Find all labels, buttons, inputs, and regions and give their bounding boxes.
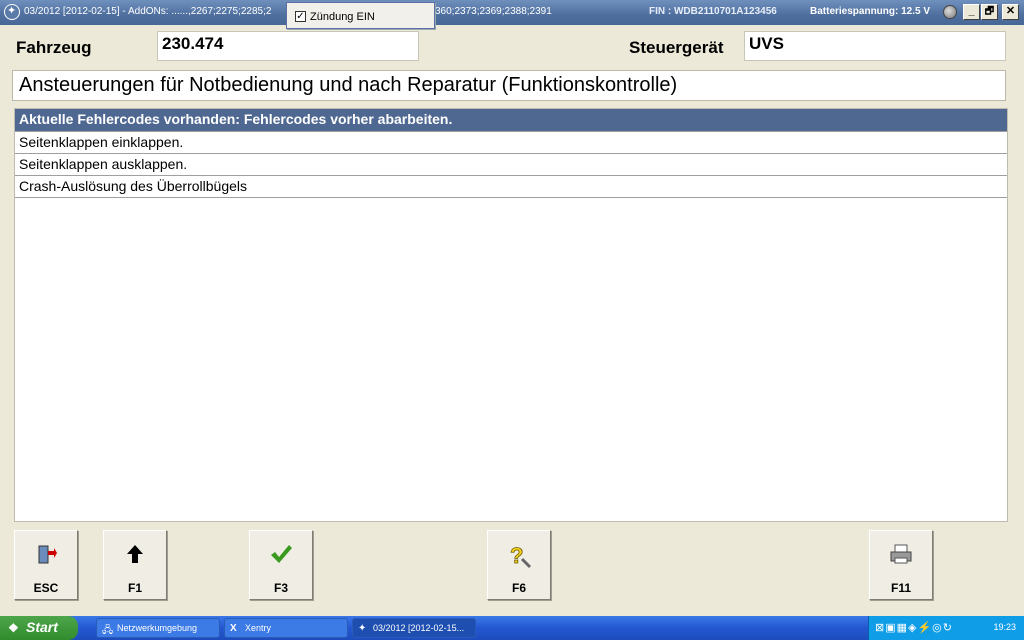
star-logo-icon: ✦ — [358, 623, 367, 634]
f11-label: F11 — [890, 581, 911, 595]
taskbar-item-xentry[interactable]: X Xentry — [224, 618, 348, 638]
start-label: Start — [26, 619, 58, 635]
task-label: 03/2012 [2012-02-15... — [373, 623, 465, 633]
taskbar-item-netzwerkumgebung[interactable]: 🖧 Netzwerkumgebung — [96, 618, 220, 638]
fin-label: FIN : WDB2110701A123456 — [649, 6, 777, 17]
ignition-label: Zündung EIN — [310, 11, 375, 23]
task-label: Netzwerkumgebung — [117, 623, 198, 633]
ignition-checkbox[interactable]: ✓ — [295, 11, 306, 22]
vehicle-label: Fahrzeug — [16, 38, 92, 57]
f1-label: F1 — [127, 581, 142, 595]
f1-button[interactable]: F1 — [103, 530, 167, 600]
taskbar: ❖ Start 🖧 Netzwerkumgebung X Xentry ✦ 03… — [0, 616, 1024, 640]
f6-button[interactable]: ? F6 — [487, 530, 551, 600]
xentry-icon: X — [230, 623, 237, 634]
page-title: Ansteuerungen für Notbedienung und nach … — [12, 70, 1006, 101]
f3-label: F3 — [273, 581, 288, 595]
task-label: Xentry — [245, 623, 272, 633]
help-question-icon: ? — [488, 543, 550, 575]
battery-gauge-icon — [943, 5, 957, 19]
minimize-button[interactable]: _ — [963, 4, 980, 20]
checkmark-icon — [250, 543, 312, 571]
list-item[interactable]: Seitenklappen einklappen. — [15, 132, 1007, 154]
window-title-left: 03/2012 [2012-02-15] - AddONs: ......,22… — [24, 6, 272, 17]
window-title-right: 360;2373;2369;2388;2391 — [435, 6, 552, 17]
ecu-field: UVS — [744, 31, 1006, 61]
restore-button[interactable]: 🗗 — [981, 4, 998, 20]
exit-door-icon — [15, 543, 77, 573]
start-button[interactable]: ❖ Start — [0, 616, 78, 640]
clock[interactable]: 19:23 — [993, 622, 1016, 632]
esc-button[interactable]: ESC — [14, 530, 78, 600]
f11-button[interactable]: F11 — [869, 530, 933, 600]
close-button[interactable]: ✕ — [1002, 4, 1019, 20]
printer-icon — [870, 543, 932, 571]
list-item[interactable]: Seitenklappen ausklappen. — [15, 154, 1007, 176]
ignition-popup[interactable]: ✓ Zündung EIN — [286, 2, 435, 29]
star-logo-icon — [4, 4, 20, 20]
network-icon: 🖧 — [102, 625, 114, 636]
system-tray: ⊠▣▦◈⚡◎↻ 19:23 — [868, 616, 1024, 640]
function-list[interactable]: Aktuelle Fehlercodes vorhanden: Fehlerco… — [14, 108, 1008, 522]
f6-label: F6 — [511, 581, 526, 595]
battery-voltage: Batteriespannung: 12.5 V — [810, 6, 931, 17]
list-item[interactable]: Aktuelle Fehlercodes vorhanden: Fehlerco… — [15, 109, 1007, 132]
f3-button[interactable]: F3 — [249, 530, 313, 600]
ecu-label: Steuergerät — [629, 38, 724, 57]
esc-label: ESC — [33, 581, 59, 595]
arrow-up-icon — [104, 543, 166, 571]
tray-icons[interactable]: ⊠▣▦◈⚡◎↻ — [875, 621, 953, 634]
svg-text:?: ? — [510, 543, 523, 568]
windows-flag-icon: ❖ — [8, 621, 19, 635]
list-item[interactable]: Crash-Auslösung des Überrollbügels — [15, 176, 1007, 198]
vehicle-field: 230.474 — [157, 31, 419, 61]
title-bar[interactable]: 03/2012 [2012-02-15] - AddONs: ......,22… — [0, 0, 1024, 25]
taskbar-item-app[interactable]: ✦ 03/2012 [2012-02-15... — [352, 618, 476, 638]
